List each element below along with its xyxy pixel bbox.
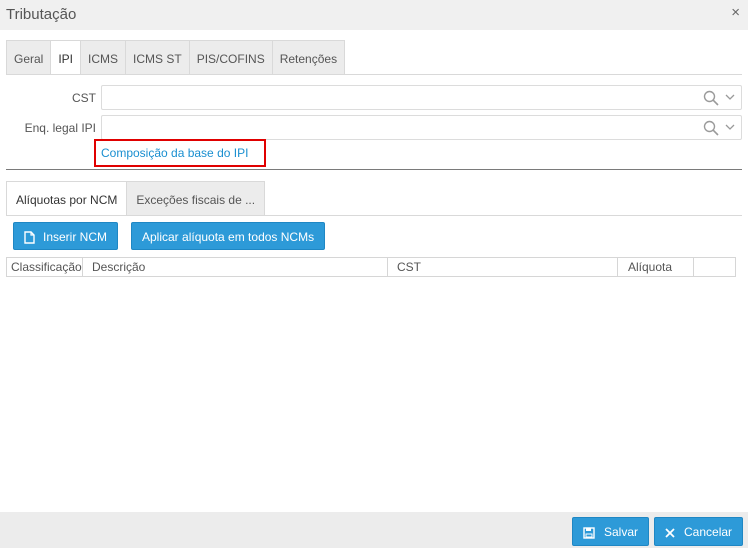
close-icon[interactable]: × xyxy=(731,4,740,21)
search-icon[interactable] xyxy=(703,90,719,106)
cancel-label: Cancelar xyxy=(684,525,733,539)
cst-input[interactable] xyxy=(102,86,692,109)
search-icon[interactable] xyxy=(703,120,719,136)
cancel-button[interactable]: Cancelar xyxy=(654,517,744,546)
dialog-title: Tributação xyxy=(6,6,77,23)
composicao-base-link[interactable]: Composição da base do IPI xyxy=(101,146,248,160)
tab-pis-cofins[interactable]: PIS/COFINS xyxy=(189,40,273,75)
tab-icms[interactable]: ICMS xyxy=(81,40,127,75)
main-tabs: Geral IPI ICMS ICMS ST PIS/COFINS Retenç… xyxy=(6,40,346,75)
section-divider xyxy=(6,169,742,170)
insert-ncm-button[interactable]: Inserir NCM xyxy=(13,222,119,250)
tab-aliquotas-por-ncm[interactable]: Alíquotas por NCM xyxy=(6,181,128,216)
enq-legal-field[interactable] xyxy=(101,115,742,140)
document-icon xyxy=(24,231,35,245)
ncm-grid-header: Classificação Descrição CST Alíquota xyxy=(6,257,736,277)
insert-ncm-label: Inserir NCM xyxy=(43,230,108,244)
tab-excecoes-fiscais[interactable]: Exceções fiscais de ... xyxy=(127,181,266,216)
column-cst[interactable]: CST xyxy=(393,258,618,276)
close-icon xyxy=(665,528,675,538)
chevron-down-icon[interactable] xyxy=(725,122,735,132)
column-aliquota[interactable]: Alíquota xyxy=(624,258,694,276)
column-classificacao[interactable]: Classificação xyxy=(7,258,83,276)
cst-label: CST xyxy=(72,91,96,105)
tab-geral[interactable]: Geral xyxy=(6,40,52,75)
sub-tabs-border xyxy=(6,215,742,216)
sub-tabs: Alíquotas por NCM Exceções fiscais de ..… xyxy=(6,181,266,216)
enq-legal-input[interactable] xyxy=(102,116,692,139)
tab-retencoes[interactable]: Retenções xyxy=(272,40,346,75)
tab-icms-st[interactable]: ICMS ST xyxy=(126,40,190,75)
cst-field[interactable] xyxy=(101,85,742,110)
dialog-titlebar: Tributação × xyxy=(0,0,748,30)
save-icon xyxy=(583,527,595,539)
save-button[interactable]: Salvar xyxy=(572,517,650,546)
tab-ipi[interactable]: IPI xyxy=(51,40,82,75)
column-descricao[interactable]: Descrição xyxy=(88,258,388,276)
chevron-down-icon[interactable] xyxy=(725,92,735,102)
enq-legal-label: Enq. legal IPI xyxy=(24,121,96,135)
main-tabs-border xyxy=(6,74,742,75)
save-label: Salvar xyxy=(604,525,639,539)
apply-aliquota-all-button[interactable]: Aplicar alíquota em todos NCMs xyxy=(131,222,326,250)
